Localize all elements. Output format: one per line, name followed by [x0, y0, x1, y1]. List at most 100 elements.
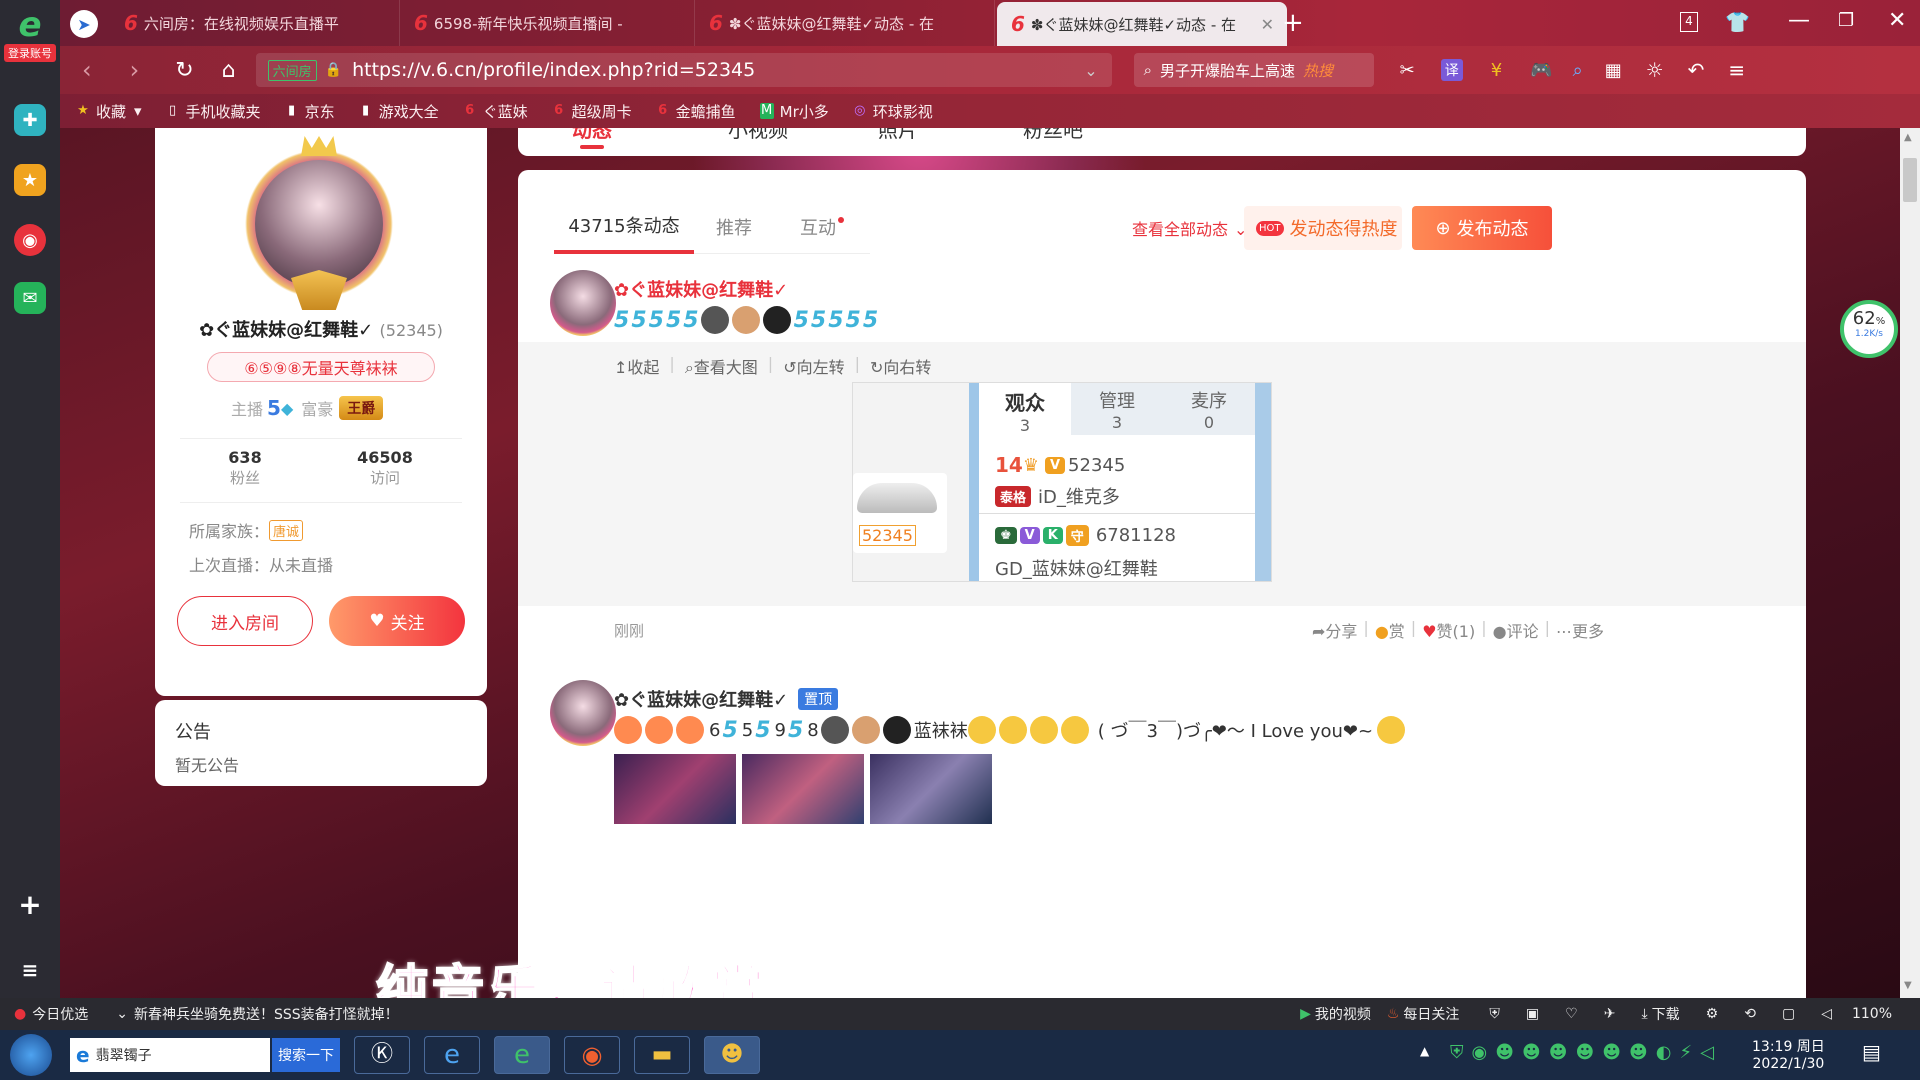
- avatar[interactable]: [241, 136, 397, 310]
- undo-icon[interactable]: ↶: [1688, 58, 1705, 82]
- feed-tab-recommend[interactable]: 推荐: [694, 200, 774, 254]
- settings-icon[interactable]: ⚙: [1706, 1006, 1719, 1022]
- address-bar[interactable]: 六间房 🔒 https://v.6.cn/profile/index.php?r…: [255, 53, 1112, 87]
- feed-tab-all[interactable]: 43715条动态: [554, 200, 694, 254]
- reload-icon[interactable]: ↻: [175, 58, 193, 83]
- scroll-thumb[interactable]: [1903, 158, 1917, 202]
- back-icon[interactable]: ‹: [82, 56, 92, 84]
- browser-logo[interactable]: e 登录账号: [4, 6, 56, 72]
- mail-icon[interactable]: ✉: [14, 282, 46, 314]
- daily-pick-label[interactable]: 今日优选: [32, 1004, 88, 1024]
- more-button[interactable]: ⋯更多: [1556, 618, 1604, 642]
- fans-stat[interactable]: 638 粉丝: [205, 448, 285, 488]
- collapse-button[interactable]: ↥收起: [614, 354, 659, 378]
- bookmark-item[interactable]: ◎ 环球影视: [853, 101, 933, 122]
- close-window-icon[interactable]: ✕: [1888, 8, 1906, 33]
- tab-fan-bar[interactable]: 粉丝吧: [1023, 128, 1083, 143]
- taskbar-search-button[interactable]: 搜索一下: [272, 1038, 340, 1072]
- follow-button[interactable]: ♥ 关注: [329, 596, 465, 646]
- hot-post-button[interactable]: HOT 发动态得热度: [1244, 206, 1402, 250]
- bookmark-item[interactable]: ▮ 游戏大全: [359, 101, 439, 122]
- daily-follow-link[interactable]: 每日关注: [1403, 1004, 1459, 1024]
- new-tab-icon[interactable]: +: [1282, 8, 1304, 38]
- post-author[interactable]: ✿ぐ蓝妹妹@红舞鞋✓: [614, 686, 788, 712]
- bookmark-item[interactable]: 6 金蟾捕鱼: [656, 101, 736, 122]
- translate-icon[interactable]: 译: [1440, 59, 1463, 81]
- grid-icon[interactable]: ▦: [1605, 60, 1622, 81]
- dropdown-icon[interactable]: ⌄: [1084, 61, 1097, 80]
- share-button[interactable]: ➦分享: [1312, 618, 1357, 642]
- feed-tab-interact[interactable]: 互动: [774, 200, 870, 254]
- news-ticker[interactable]: 新春神兵坐骑免费送！SSS装备打怪就掉！: [134, 1004, 399, 1024]
- menu-icon[interactable]: ≡: [14, 954, 46, 986]
- tab-3[interactable]: 6 ✽ぐ蓝妹妹@红舞鞋✓动态 - 在: [695, 0, 995, 46]
- scroll-down-icon[interactable]: ▼: [1904, 980, 1912, 991]
- search-box[interactable]: ⌕ 男子开爆胎车上高速 热搜: [1133, 53, 1374, 87]
- notification-icon[interactable]: ▤: [1862, 1040, 1881, 1064]
- chrome-icon[interactable]: ◉: [564, 1036, 620, 1074]
- post-thumbnail[interactable]: [870, 754, 992, 824]
- folder-icon[interactable]: ▬: [634, 1036, 690, 1074]
- coin-icon[interactable]: ¥: [1491, 60, 1502, 81]
- shield-icon[interactable]: ⛨: [1489, 1006, 1500, 1022]
- download-link[interactable]: 下载: [1652, 1004, 1680, 1024]
- window-icon[interactable]: ▢: [1782, 1006, 1795, 1022]
- 360-browser-icon[interactable]: e: [494, 1036, 550, 1074]
- close-tab-icon[interactable]: ✕: [1261, 15, 1274, 34]
- tab-2[interactable]: 6 6598-新年快乐视频直播间 -: [400, 0, 695, 46]
- weibo-icon[interactable]: ◉: [14, 224, 46, 256]
- bookmark-item[interactable]: ▮ 京东: [285, 101, 335, 122]
- navigate-icon[interactable]: ➤: [70, 10, 98, 38]
- bookmark-item[interactable]: 6 ぐ蓝妹: [463, 101, 528, 122]
- skin-icon[interactable]: 👕: [1725, 10, 1750, 34]
- post-author[interactable]: ✿ぐ蓝妹妹@红舞鞋✓: [614, 276, 788, 302]
- sync-icon[interactable]: ⟲: [1744, 1006, 1756, 1022]
- post-avatar[interactable]: [550, 680, 616, 746]
- bookmark-item[interactable]: 6 超级周卡: [552, 101, 632, 122]
- tray-icons[interactable]: ⛨◉☻☻☻☻☻☻◐⚡◁: [1450, 1042, 1722, 1063]
- taskbar-search[interactable]: e 翡翠镯子: [70, 1038, 270, 1072]
- add-icon[interactable]: +: [14, 888, 46, 921]
- app-avatar-icon[interactable]: ☻: [704, 1036, 760, 1074]
- scroll-up-icon[interactable]: ▲: [1904, 132, 1912, 143]
- tab-short-video[interactable]: 小视频: [728, 128, 788, 143]
- home-icon[interactable]: ⌂: [222, 58, 236, 83]
- tab-photos[interactable]: 照片: [878, 128, 918, 143]
- family-badge[interactable]: 唐诚: [269, 519, 304, 541]
- speed-widget[interactable]: 62% 1.2K/s: [1840, 300, 1898, 358]
- heartbeat-icon[interactable]: ♡: [1565, 1006, 1578, 1022]
- scissors-icon[interactable]: ✂: [1400, 60, 1415, 81]
- rocket-icon[interactable]: ✈: [1604, 1006, 1616, 1022]
- reward-button[interactable]: ●赏: [1375, 618, 1405, 642]
- tab-dynamic[interactable]: 动态: [572, 128, 612, 149]
- start-button[interactable]: [10, 1034, 52, 1076]
- url-text[interactable]: https://v.6.cn/profile/index.php?rid=523…: [352, 59, 755, 81]
- tab-1[interactable]: 6 六间房：在线视频娱乐直播平: [110, 0, 400, 46]
- my-video-link[interactable]: 我的视频: [1315, 1004, 1371, 1024]
- post-thumbnail[interactable]: [742, 754, 864, 824]
- menu-icon[interactable]: ≡: [1728, 58, 1745, 82]
- like-button[interactable]: ♥赞(1): [1422, 618, 1475, 642]
- visit-stat[interactable]: 46508 访问: [345, 448, 425, 488]
- tab-4-active[interactable]: 6 ✽ぐ蓝妹妹@红舞鞋✓动态 - 在 ✕: [997, 2, 1287, 46]
- login-label[interactable]: 登录账号: [4, 44, 56, 62]
- rotate-right-button[interactable]: ↻向右转: [870, 354, 931, 378]
- bookmark-item[interactable]: M Mr小多: [759, 101, 829, 122]
- post-avatar[interactable]: [550, 270, 616, 336]
- restore-icon[interactable]: ❐: [1838, 10, 1854, 31]
- tray-arrow-icon[interactable]: ▲: [1420, 1044, 1429, 1058]
- enter-room-button[interactable]: 进入房间: [177, 596, 313, 646]
- speaker-icon[interactable]: ◁: [1821, 1006, 1832, 1022]
- view-large-button[interactable]: ⌕查看大图: [685, 354, 758, 378]
- page-scrollbar[interactable]: ▲ ▼: [1900, 128, 1920, 998]
- forward-icon[interactable]: ›: [130, 56, 140, 84]
- clock[interactable]: 13:19 周日 2022/1/30: [1752, 1036, 1825, 1072]
- rotate-left-button[interactable]: ↺向左转: [783, 354, 844, 378]
- ie-icon[interactable]: e: [424, 1036, 480, 1074]
- plus-app-icon[interactable]: ✚: [14, 104, 46, 136]
- star-icon[interactable]: ★: [14, 164, 46, 196]
- image-icon[interactable]: ▣: [1526, 1006, 1539, 1022]
- view-all-link[interactable]: 查看全部动态 ⌄: [1132, 216, 1247, 240]
- magnifier-icon[interactable]: ⌕: [1573, 60, 1583, 81]
- bookmark-item[interactable]: ★ 收藏 ▾: [76, 101, 141, 122]
